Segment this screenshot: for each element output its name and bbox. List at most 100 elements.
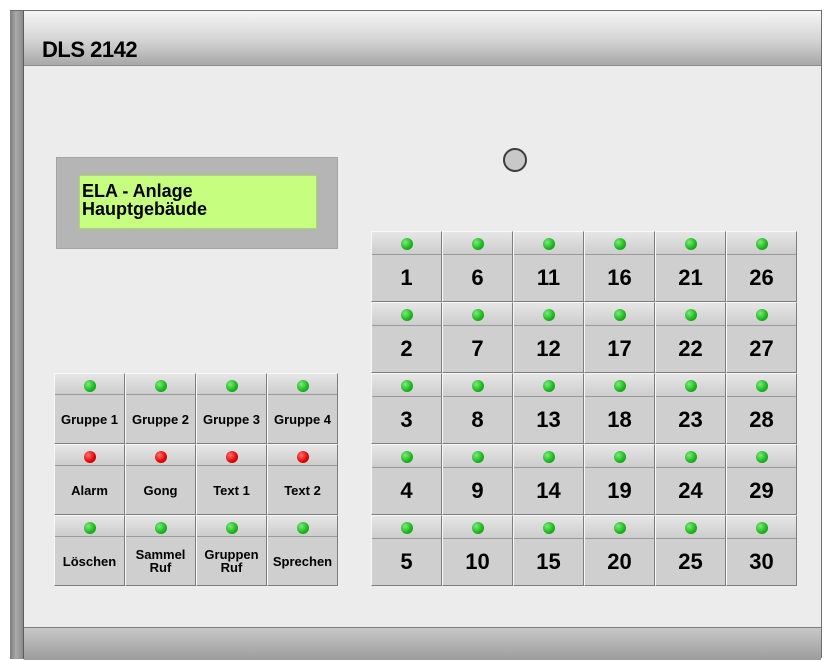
led-indicator	[684, 309, 697, 321]
key-label: Sprechen	[272, 553, 333, 569]
zone-key-8[interactable]: 8	[442, 373, 513, 444]
led-indicator	[400, 451, 413, 463]
zone-key-24[interactable]: 24	[655, 444, 726, 515]
led-strip	[514, 232, 583, 255]
led-strip	[514, 445, 583, 468]
key-label: Gruppe 1	[60, 411, 119, 427]
zone-key-6[interactable]: 6	[442, 231, 513, 302]
led-strip	[55, 374, 124, 395]
led-indicator	[755, 238, 768, 250]
function-key-gruppe-2[interactable]: Gruppe 2	[125, 373, 196, 444]
led-strip	[656, 374, 725, 397]
led-strip	[372, 516, 441, 539]
zone-key-5[interactable]: 5	[371, 515, 442, 586]
key-label: 1	[400, 265, 413, 290]
function-key-text-2[interactable]: Text 2	[267, 444, 338, 515]
key-label: 27	[749, 336, 774, 361]
zone-key-26[interactable]: 26	[726, 231, 797, 302]
zone-key-25[interactable]: 25	[655, 515, 726, 586]
led-strip	[585, 232, 654, 255]
led-strip	[585, 374, 654, 397]
zone-key-16[interactable]: 16	[584, 231, 655, 302]
led-indicator	[471, 380, 484, 392]
function-key-sammel-ruf[interactable]: Sammel Ruf	[125, 515, 196, 586]
key-label: Löschen	[62, 553, 117, 569]
zone-key-30[interactable]: 30	[726, 515, 797, 586]
key-label: 22	[678, 336, 703, 361]
zone-key-19[interactable]: 19	[584, 444, 655, 515]
led-strip	[126, 516, 195, 537]
led-strip	[727, 232, 796, 255]
led-indicator	[296, 451, 309, 463]
function-key-alarm[interactable]: Alarm	[54, 444, 125, 515]
function-key-sprechen[interactable]: Sprechen	[267, 515, 338, 586]
function-key-gong[interactable]: Gong	[125, 444, 196, 515]
key-label: 14	[536, 478, 561, 503]
led-indicator	[542, 522, 555, 534]
zone-key-11[interactable]: 11	[513, 231, 584, 302]
key-label: 13	[536, 407, 561, 432]
led-strip	[443, 516, 512, 539]
key-label: Gruppe 4	[273, 411, 332, 427]
led-indicator	[471, 451, 484, 463]
led-indicator	[225, 522, 238, 534]
led-indicator	[471, 238, 484, 250]
led-indicator	[471, 522, 484, 534]
key-label: Sammel Ruf	[135, 547, 186, 575]
zone-key-13[interactable]: 13	[513, 373, 584, 444]
zone-key-14[interactable]: 14	[513, 444, 584, 515]
key-label: 18	[607, 407, 632, 432]
function-key-löschen[interactable]: Löschen	[54, 515, 125, 586]
led-strip	[55, 516, 124, 537]
key-label: 5	[400, 549, 413, 574]
zone-key-20[interactable]: 20	[584, 515, 655, 586]
led-strip	[585, 445, 654, 468]
zone-key-9[interactable]: 9	[442, 444, 513, 515]
zone-key-29[interactable]: 29	[726, 444, 797, 515]
zone-key-21[interactable]: 21	[655, 231, 726, 302]
zone-key-1[interactable]: 1	[371, 231, 442, 302]
zone-key-12[interactable]: 12	[513, 302, 584, 373]
led-strip	[585, 303, 654, 326]
key-label: 20	[607, 549, 632, 574]
zone-key-27[interactable]: 27	[726, 302, 797, 373]
function-key-gruppe-3[interactable]: Gruppe 3	[196, 373, 267, 444]
key-label: 28	[749, 407, 774, 432]
key-label: 26	[749, 265, 774, 290]
led-strip	[727, 516, 796, 539]
key-label: Alarm	[71, 482, 108, 498]
led-strip	[197, 516, 266, 537]
function-key-gruppen-ruf[interactable]: Gruppen Ruf	[196, 515, 267, 586]
zone-key-2[interactable]: 2	[371, 302, 442, 373]
function-key-text-1[interactable]: Text 1	[196, 444, 267, 515]
key-label: 16	[607, 265, 632, 290]
zone-key-15[interactable]: 15	[513, 515, 584, 586]
led-indicator	[684, 522, 697, 534]
led-strip	[268, 374, 337, 395]
zone-key-17[interactable]: 17	[584, 302, 655, 373]
function-key-gruppe-4[interactable]: Gruppe 4	[267, 373, 338, 444]
led-indicator	[684, 451, 697, 463]
header-bar: DLS 2142	[24, 11, 821, 66]
key-label: 4	[400, 478, 413, 503]
led-strip	[268, 516, 337, 537]
zone-key-10[interactable]: 10	[442, 515, 513, 586]
led-indicator	[755, 309, 768, 321]
key-label: Gruppen Ruf	[204, 547, 259, 575]
led-indicator	[613, 380, 626, 392]
zone-key-23[interactable]: 23	[655, 373, 726, 444]
key-label: 21	[678, 265, 703, 290]
zone-key-7[interactable]: 7	[442, 302, 513, 373]
key-label: 11	[536, 265, 561, 290]
zone-key-22[interactable]: 22	[655, 302, 726, 373]
led-indicator	[613, 522, 626, 534]
function-key-gruppe-1[interactable]: Gruppe 1	[54, 373, 125, 444]
key-label: 24	[678, 478, 703, 503]
led-strip	[268, 445, 337, 466]
zone-key-18[interactable]: 18	[584, 373, 655, 444]
zone-key-4[interactable]: 4	[371, 444, 442, 515]
zone-key-28[interactable]: 28	[726, 373, 797, 444]
led-strip	[656, 232, 725, 255]
zone-key-3[interactable]: 3	[371, 373, 442, 444]
key-label: Text 1	[213, 482, 250, 498]
